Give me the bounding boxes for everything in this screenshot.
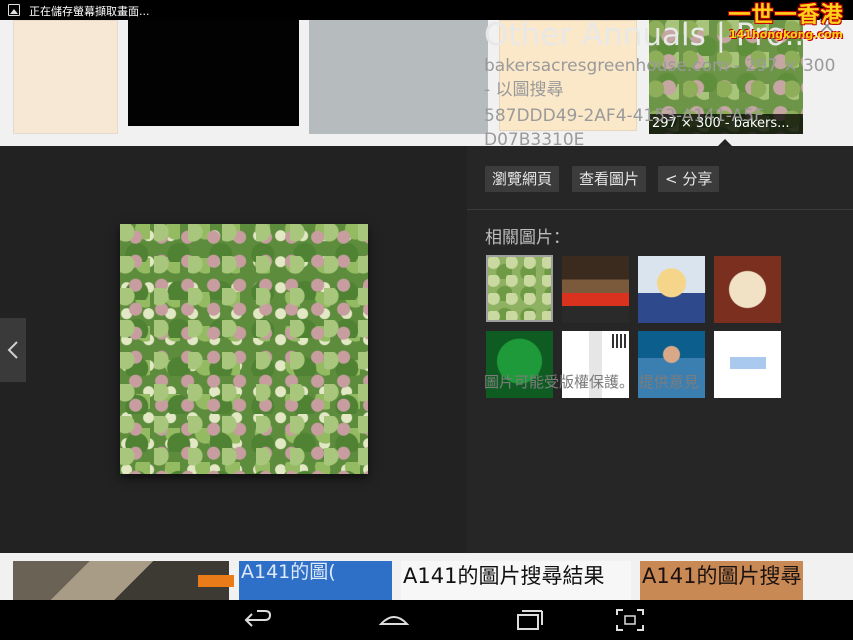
screenshot-icon[interactable] — [615, 608, 645, 632]
bottom-thumbnail-strip: A141的圖( A141的圖片搜尋結果 A141的圖片搜尋 — [0, 553, 853, 600]
navigation-bar — [0, 600, 853, 640]
thumbnail-text: A141的圖片搜尋結果 — [403, 564, 605, 588]
main-image[interactable] — [120, 224, 368, 474]
image-id: 587DDD49-2AF4-4153-A141-A5FD07B3310E — [484, 106, 764, 150]
home-icon[interactable] — [378, 608, 410, 632]
related-image[interactable] — [486, 255, 553, 322]
visit-page-button[interactable]: 瀏覽網頁 — [485, 166, 560, 192]
chevron-left-icon — [7, 341, 18, 359]
related-image[interactable] — [714, 331, 781, 398]
thumbnail[interactable] — [128, 20, 299, 126]
related-image[interactable] — [638, 256, 705, 323]
thumbnail[interactable] — [13, 561, 234, 600]
thumbnail-logo — [198, 575, 234, 587]
view-image-button[interactable]: 查看圖片 — [572, 166, 647, 192]
previous-button[interactable] — [0, 318, 26, 382]
thumbnail-text: A141的圖( — [241, 561, 336, 583]
recent-apps-icon[interactable] — [514, 608, 544, 632]
related-image[interactable] — [714, 256, 781, 323]
back-icon[interactable] — [243, 608, 273, 632]
screen: 正在儲存螢幕擷取畫面... 一世一香港 141hongkong.com 297 … — [0, 0, 853, 640]
related-image[interactable] — [562, 256, 629, 323]
divider — [467, 209, 853, 210]
thumbnail[interactable]: A141的圖( — [239, 561, 392, 600]
related-images-label: 相關圖片： — [485, 228, 570, 248]
image-source[interactable]: bakersacresgreenhouse.com - 297 × 300 - … — [484, 54, 844, 102]
watermark-logo: 一世一香港 141hongkong.com — [725, 2, 847, 44]
thumbnail[interactable]: A141的圖片搜尋 — [640, 561, 803, 600]
thumbnail[interactable] — [309, 20, 488, 134]
qr-code — [612, 334, 626, 348]
share-button[interactable]: < 分享 — [658, 166, 720, 192]
copyright-notice[interactable]: 圖片可能受版權保護。 提供意見 — [484, 372, 699, 392]
screenshot-icon — [8, 4, 20, 16]
thumbnail[interactable] — [13, 20, 118, 134]
watermark-url: 141hongkong.com — [728, 28, 844, 41]
status-text: 正在儲存螢幕擷取畫面... — [29, 5, 150, 18]
thumbnail[interactable]: A141的圖片搜尋結果 — [401, 561, 631, 600]
watermark-main: 一世一香港 — [728, 2, 844, 28]
thumbnail-text: A141的圖片搜尋 — [642, 564, 802, 588]
